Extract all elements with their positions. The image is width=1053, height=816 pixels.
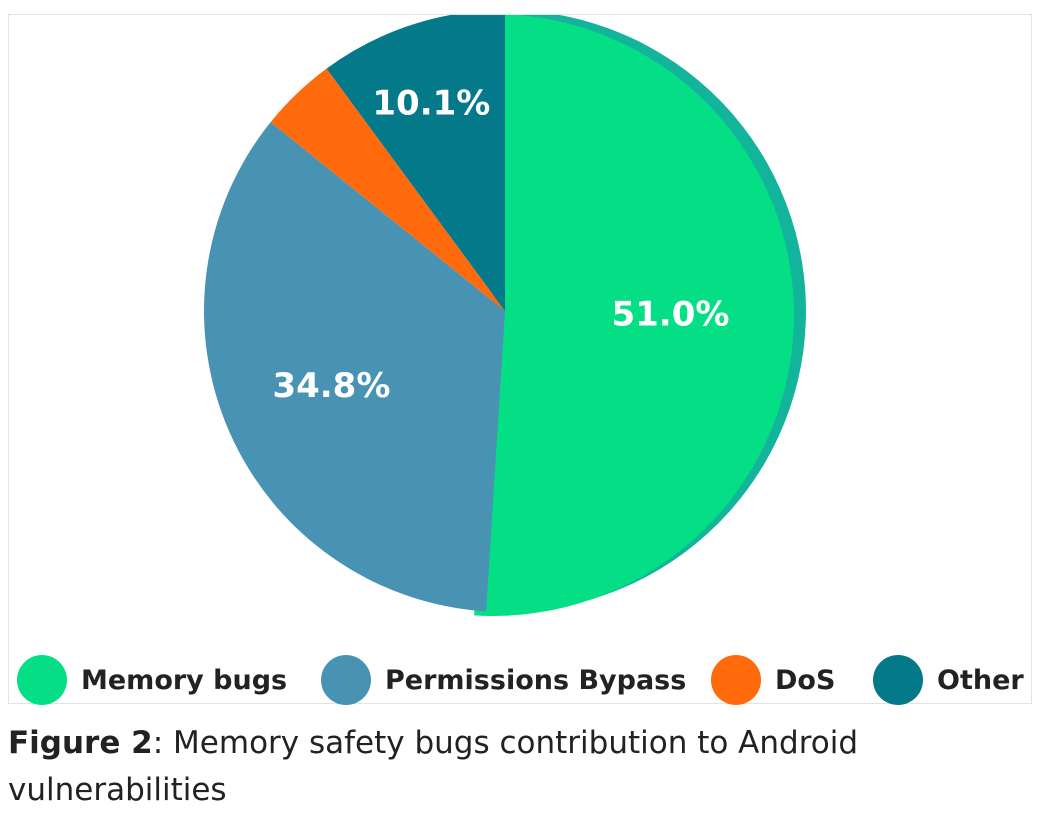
- legend-swatch-other: [873, 655, 923, 705]
- legend-label: Memory bugs: [81, 664, 288, 696]
- legend-item-permissions-bypass: Permissions Bypass: [321, 655, 686, 705]
- chart-legend: Memory bugs Permissions Bypass DoS Other: [17, 655, 1037, 715]
- legend-swatch-permissions-bypass: [321, 655, 371, 705]
- legend-label: Permissions Bypass: [385, 664, 687, 696]
- legend-swatch-memory-bugs: [17, 655, 67, 705]
- legend-swatch-dos: [711, 655, 761, 705]
- figure-number: Figure 2: [8, 725, 153, 761]
- chart-frame: 51.0% 34.8% 10.1% Memory bugs Permissions …: [8, 14, 1032, 705]
- legend-item-dos: DoS: [711, 655, 835, 705]
- pie-chart: 51.0% 34.8% 10.1%: [204, 15, 806, 616]
- data-label-memory-bugs: 51.0%: [611, 295, 729, 335]
- data-label-permissions-bypass: 34.8%: [272, 366, 390, 406]
- data-label-other: 10.1%: [372, 84, 490, 124]
- legend-label: DoS: [775, 664, 836, 696]
- legend-label: Other: [937, 664, 1024, 696]
- figure-caption: Figure 2: Memory safety bugs contributio…: [8, 720, 1038, 814]
- legend-item-memory-bugs: Memory bugs: [17, 655, 287, 705]
- legend-item-other: Other: [873, 655, 1024, 705]
